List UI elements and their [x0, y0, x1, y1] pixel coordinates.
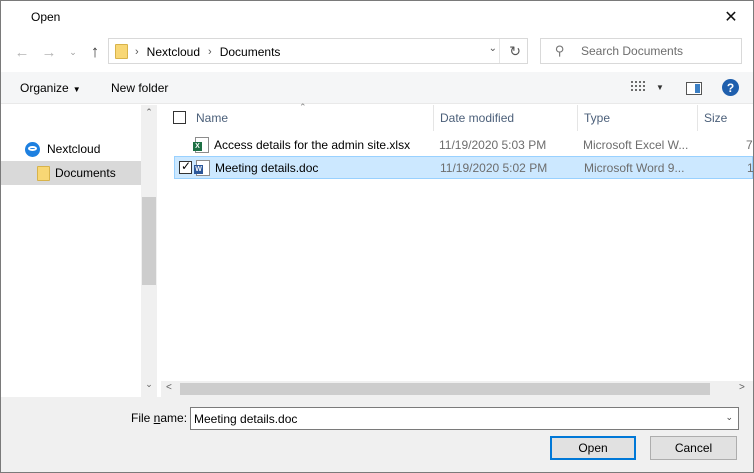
scroll-up-icon[interactable]: ⌃ — [141, 107, 157, 118]
caret-down-icon: ▼ — [72, 85, 81, 94]
column-header-date-modified[interactable]: Date modified — [440, 111, 514, 125]
column-header-name[interactable]: Name — [196, 111, 228, 125]
title-bar: Open ✕ — [1, 1, 753, 32]
sidebar-item-documents[interactable]: Documents — [1, 161, 141, 185]
scroll-left-icon[interactable]: < — [166, 382, 172, 393]
navigation-pane-scrollbar[interactable]: ⌃ ⌄ — [141, 105, 157, 397]
scrollbar-thumb[interactable] — [142, 197, 156, 285]
column-header-size[interactable]: Size — [704, 111, 727, 125]
file-date-modified: 11/19/2020 5:03 PM — [439, 138, 547, 152]
organize-label: Organize — [20, 81, 69, 95]
breadcrumb-item-nextcloud[interactable]: Nextcloud — [147, 45, 200, 59]
file-list: ⌃ Name Date modified Type Size X Access … — [161, 102, 753, 398]
command-toolbar: Organize ▼ New folder ▼ ? — [1, 72, 753, 104]
column-divider[interactable] — [697, 105, 698, 131]
search-box[interactable]: ⚲ — [540, 38, 742, 64]
chevron-down-icon[interactable]: ⌄ — [725, 412, 733, 423]
preview-pane-icon[interactable] — [686, 82, 702, 95]
file-row[interactable]: X Access details for the admin site.xlsx… — [174, 134, 753, 157]
address-divider — [499, 39, 500, 63]
column-header-row: ⌃ Name Date modified Type Size — [161, 102, 753, 131]
help-icon[interactable]: ? — [722, 79, 739, 96]
file-size: 1 — [747, 161, 754, 175]
new-folder-button[interactable]: New folder — [111, 81, 168, 95]
file-type: Microsoft Word 9... — [584, 161, 685, 175]
organize-menu-button[interactable]: Organize ▼ — [20, 81, 81, 95]
file-name-combobox[interactable]: ⌄ — [190, 407, 739, 430]
window-title: Open — [31, 10, 61, 24]
sidebar-item-label: Documents — [55, 166, 116, 180]
close-icon[interactable]: ✕ — [709, 1, 753, 32]
sort-ascending-icon: ⌃ — [299, 102, 307, 112]
back-arrow-icon[interactable]: ← — [12, 41, 32, 63]
open-file-dialog: Open ✕ ← → ⌄ ↑ › Nextcloud › Documents ⌄… — [0, 0, 754, 473]
sidebar-item-nextcloud[interactable]: Nextcloud — [1, 137, 141, 161]
excel-file-icon: X — [193, 137, 209, 153]
search-icon: ⚲ — [555, 43, 565, 58]
breadcrumb-separator-icon[interactable]: › — [135, 46, 139, 58]
file-row-selected[interactable]: W Meeting details.doc 11/19/2020 5:02 PM… — [174, 156, 753, 179]
select-all-checkbox[interactable] — [173, 111, 186, 124]
address-history-chevron-icon[interactable]: ⌄ — [489, 43, 497, 54]
column-divider[interactable] — [433, 105, 434, 131]
sidebar-item-label: Nextcloud — [47, 142, 101, 156]
forward-arrow-icon[interactable]: → — [39, 41, 59, 63]
up-arrow-icon[interactable]: ↑ — [85, 41, 105, 63]
column-header-type[interactable]: Type — [584, 111, 610, 125]
scroll-right-icon[interactable]: > — [739, 382, 745, 393]
file-date-modified: 11/19/2020 5:02 PM — [440, 161, 548, 175]
navigation-bar: ← → ⌄ ↑ › Nextcloud › Documents ⌄ ↻ ⚲ — [1, 32, 753, 72]
address-bar[interactable]: › Nextcloud › Documents ⌄ ↻ — [108, 38, 528, 64]
navigation-pane: Nextcloud Documents ⌃ ⌄ — [1, 105, 157, 397]
column-divider[interactable] — [577, 105, 578, 131]
view-options-icon[interactable] — [631, 81, 647, 94]
folder-icon — [37, 165, 50, 181]
folder-icon — [115, 44, 128, 59]
file-name-field[interactable] — [194, 411, 704, 426]
scroll-down-icon[interactable]: ⌄ — [141, 379, 157, 390]
breadcrumb: › Nextcloud › Documents — [135, 45, 280, 59]
file-name: Meeting details.doc — [215, 161, 319, 175]
view-options-caret-icon[interactable]: ▼ — [656, 83, 664, 92]
dialog-footer: File name: ⌄ Open Cancel — [1, 397, 753, 472]
file-size: 7 — [746, 138, 753, 152]
nextcloud-icon — [25, 141, 40, 157]
search-input[interactable] — [581, 43, 736, 59]
breadcrumb-separator-icon[interactable]: › — [208, 46, 212, 58]
breadcrumb-item-documents[interactable]: Documents — [220, 45, 281, 59]
file-list-horizontal-scrollbar[interactable]: < > — [161, 381, 753, 398]
recent-locations-chevron-icon[interactable]: ⌄ — [63, 41, 83, 63]
row-checkbox[interactable] — [179, 159, 192, 174]
refresh-icon[interactable]: ↻ — [509, 43, 521, 60]
file-type: Microsoft Excel W... — [583, 138, 689, 152]
open-button[interactable]: Open — [550, 436, 636, 460]
cancel-button[interactable]: Cancel — [650, 436, 737, 460]
scrollbar-thumb[interactable] — [180, 383, 710, 395]
word-file-icon: W — [194, 160, 210, 176]
file-name: Access details for the admin site.xlsx — [214, 138, 411, 152]
file-name-label: File name: — [131, 411, 188, 425]
